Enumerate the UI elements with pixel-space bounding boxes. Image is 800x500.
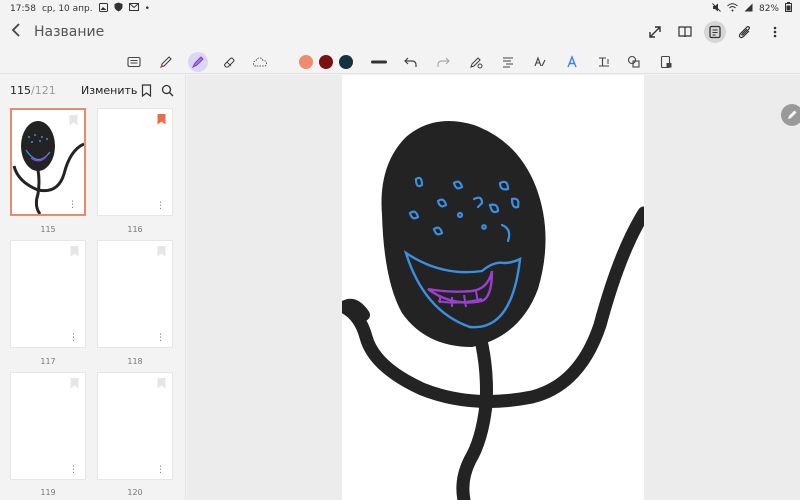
thumbnail-label: 115 bbox=[40, 225, 56, 234]
pen-settings-tool[interactable] bbox=[466, 52, 486, 72]
cloud-lasso-icon bbox=[253, 57, 267, 67]
note-icon bbox=[709, 25, 721, 39]
bookmark-flag-icon[interactable] bbox=[157, 374, 166, 389]
shapes-icon bbox=[627, 55, 640, 68]
drawing-toolbar bbox=[0, 50, 800, 74]
stroke-width-tool[interactable] bbox=[368, 52, 390, 72]
keyboard-tool[interactable] bbox=[124, 52, 144, 72]
shield-icon bbox=[114, 2, 123, 15]
ai-assist-tool[interactable] bbox=[562, 52, 582, 72]
page-thumbnail-119[interactable]: ⋮ bbox=[10, 372, 86, 480]
color-swatch-navy[interactable] bbox=[339, 55, 353, 69]
wifi-icon bbox=[727, 2, 738, 15]
title-bar: Название bbox=[0, 16, 800, 50]
dot-icon: • bbox=[144, 3, 150, 14]
undo-button[interactable] bbox=[401, 52, 421, 72]
bookmarks-button[interactable] bbox=[138, 82, 154, 98]
color-swatch-peach[interactable] bbox=[299, 55, 313, 69]
handwriting-to-text-icon bbox=[534, 56, 546, 67]
thumbnail-label: 117 bbox=[40, 357, 56, 366]
total-pages: /121 bbox=[31, 84, 56, 97]
page-thumbnail-117[interactable]: ⋮ bbox=[10, 240, 86, 348]
edit-pages-button[interactable]: Изменить bbox=[81, 84, 137, 97]
bookmark-icon bbox=[141, 83, 151, 97]
chevron-left-icon bbox=[11, 23, 20, 37]
page-thumbnail-118[interactable]: ⋮ bbox=[97, 240, 173, 348]
thumbnail-label: 116 bbox=[127, 225, 143, 234]
paperclip-icon bbox=[738, 26, 750, 39]
note-page[interactable] bbox=[342, 75, 644, 500]
thumbnail-more-icon[interactable]: ⋮ bbox=[68, 201, 77, 210]
color-swatch-maroon[interactable] bbox=[319, 55, 333, 69]
text-box-tool[interactable] bbox=[594, 52, 614, 72]
note-title[interactable]: Название bbox=[34, 24, 104, 40]
text-box-icon bbox=[599, 57, 609, 67]
gallery-icon bbox=[98, 2, 108, 15]
redo-button[interactable] bbox=[433, 52, 453, 72]
lasso-tool[interactable] bbox=[250, 52, 270, 72]
mail-icon bbox=[128, 3, 139, 14]
thumbnail-label: 119 bbox=[40, 488, 56, 497]
line-width-icon bbox=[371, 60, 387, 64]
bookmark-flag-icon[interactable] bbox=[157, 110, 166, 125]
drawing-canvas[interactable] bbox=[342, 75, 644, 500]
pen-tool[interactable] bbox=[156, 52, 176, 72]
status-time: 17:58 bbox=[10, 3, 36, 14]
search-button[interactable] bbox=[159, 82, 175, 98]
bookmark-flag-icon[interactable] bbox=[157, 242, 166, 257]
more-options-button[interactable] bbox=[764, 21, 786, 43]
page-settings-tool[interactable] bbox=[656, 52, 676, 72]
current-page: 115 bbox=[10, 84, 31, 97]
status-bar: 17:58 ср, 10 апр. • 82% bbox=[0, 0, 800, 16]
highlighter-tool[interactable] bbox=[188, 52, 208, 72]
signal-icon bbox=[744, 3, 753, 15]
handwriting-text-tool[interactable] bbox=[530, 52, 550, 72]
page-counter: 115/121 bbox=[10, 84, 56, 97]
pen-icon bbox=[160, 56, 172, 68]
mute-icon bbox=[712, 2, 721, 15]
page-lock-icon bbox=[660, 55, 672, 69]
keyboard-icon bbox=[127, 56, 141, 68]
eraser-tool[interactable] bbox=[219, 52, 239, 72]
undo-icon bbox=[404, 57, 417, 67]
attach-button[interactable] bbox=[734, 21, 756, 43]
page-thumbnail-115[interactable]: ⋮ bbox=[10, 108, 86, 216]
thumbnail-label: 118 bbox=[127, 357, 143, 366]
notes-button[interactable] bbox=[704, 21, 726, 43]
pencil-icon bbox=[788, 110, 797, 119]
bookmark-flag-icon[interactable] bbox=[70, 242, 79, 257]
eraser-icon bbox=[223, 57, 235, 68]
more-vertical-icon bbox=[773, 26, 777, 38]
page-thumbnail-116[interactable]: ⋮ bbox=[97, 108, 173, 216]
bookmark-flag-icon[interactable] bbox=[69, 111, 78, 126]
expand-button[interactable] bbox=[644, 21, 666, 43]
text-style-tool[interactable] bbox=[498, 52, 518, 72]
thumbnail-label: 120 bbox=[127, 488, 143, 497]
pen-settings-icon bbox=[470, 57, 483, 69]
page-thumbnail-120[interactable]: ⋮ bbox=[97, 372, 173, 480]
thumbnail-more-icon[interactable]: ⋮ bbox=[69, 334, 78, 343]
ai-spell-icon bbox=[567, 55, 577, 68]
bookmark-flag-icon[interactable] bbox=[70, 374, 79, 389]
expand-icon bbox=[649, 26, 661, 38]
book-icon bbox=[678, 26, 692, 38]
highlighter-icon bbox=[191, 56, 204, 69]
page-sidebar: 115/121 Изменить ⋮ 115 ⋮ 116 ⋮ 117 ⋮ 118… bbox=[0, 75, 186, 500]
thumbnail-more-icon[interactable]: ⋮ bbox=[156, 202, 165, 211]
thumbnail-more-icon[interactable]: ⋮ bbox=[156, 466, 165, 475]
book-view-button[interactable] bbox=[674, 21, 696, 43]
redo-icon bbox=[437, 57, 450, 67]
battery-icon bbox=[785, 2, 792, 15]
search-icon bbox=[161, 84, 173, 96]
shapes-tool[interactable] bbox=[624, 52, 644, 72]
text-lines-icon bbox=[503, 57, 513, 68]
status-date: ср, 10 апр. bbox=[41, 3, 93, 14]
floating-pen-button[interactable] bbox=[781, 104, 800, 126]
battery-percent: 82% bbox=[758, 3, 779, 14]
back-button[interactable] bbox=[10, 22, 28, 42]
thumbnail-more-icon[interactable]: ⋮ bbox=[69, 466, 78, 475]
thumbnail-more-icon[interactable]: ⋮ bbox=[156, 334, 165, 343]
canvas-area[interactable] bbox=[187, 75, 800, 500]
